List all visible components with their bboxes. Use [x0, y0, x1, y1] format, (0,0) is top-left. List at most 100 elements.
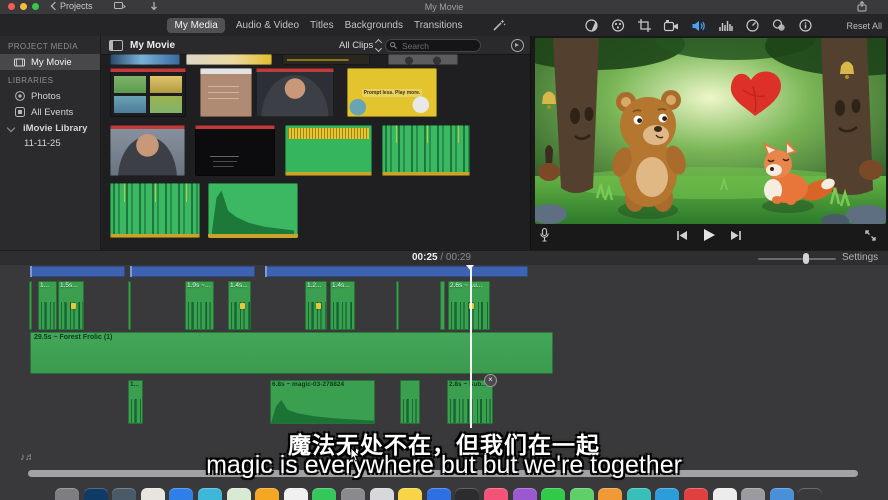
dock-app-icon[interactable]: [713, 488, 737, 500]
thumb-audio-decay[interactable]: [208, 183, 298, 238]
tab-audio-video[interactable]: Audio & Video: [236, 20, 299, 31]
dock-app-icon[interactable]: [370, 488, 394, 500]
play-button[interactable]: [702, 228, 716, 247]
sidebar-item-imovie-library[interactable]: iMovie Library: [0, 120, 100, 136]
dock-app-icon[interactable]: [198, 488, 222, 500]
timeline-clip[interactable]: [400, 380, 420, 424]
timeline-clip[interactable]: 1.5s...: [58, 281, 84, 330]
thumb-audio-spiky[interactable]: [382, 125, 470, 176]
dock-app-icon[interactable]: [398, 488, 422, 500]
timeline-clip[interactable]: [396, 281, 399, 330]
timeline-zoom-thumb[interactable]: [803, 253, 809, 264]
dock-app-icon[interactable]: [484, 488, 508, 500]
dock-app-icon[interactable]: [84, 488, 108, 500]
timeline-clip[interactable]: 6.8s ~ magic-03-278824: [270, 380, 375, 424]
sidebar-item-photos[interactable]: Photos: [0, 88, 100, 104]
dock-app-icon[interactable]: [55, 488, 79, 500]
dock-app-icon[interactable]: [798, 488, 822, 500]
dock-app-icon[interactable]: [541, 488, 565, 500]
dock-app-icon[interactable]: [227, 488, 251, 500]
timeline-clip[interactable]: 1.4s...: [228, 281, 251, 330]
color-balance-icon[interactable]: [585, 19, 598, 32]
dock-app-icon[interactable]: [570, 488, 594, 500]
dock-app-icon[interactable]: [598, 488, 622, 500]
tab-backgrounds[interactable]: Backgrounds: [345, 20, 403, 31]
timeline-clip[interactable]: 1...: [38, 281, 57, 330]
timeline-clip[interactable]: [29, 281, 32, 330]
timeline-title-bar[interactable]: [265, 266, 528, 277]
sidebar-item-all-events[interactable]: All Events: [0, 104, 100, 120]
tab-titles[interactable]: Titles: [310, 20, 334, 31]
back-to-projects-button[interactable]: Projects: [52, 1, 93, 11]
dock-app-icon[interactable]: [312, 488, 336, 500]
speed-icon[interactable]: [746, 19, 759, 32]
thumb-document[interactable]: [200, 68, 252, 117]
search-field[interactable]: [385, 39, 481, 52]
thumb-video-dark[interactable]: [282, 54, 370, 65]
dock-app-icon[interactable]: [684, 488, 708, 500]
color-correction-icon[interactable]: [611, 19, 625, 32]
dock-app-icon[interactable]: [513, 488, 537, 500]
disclosure-chevron-icon[interactable]: [7, 124, 15, 132]
share-icon[interactable]: [857, 1, 867, 14]
tab-transitions[interactable]: Transitions: [414, 20, 463, 31]
sidebar-item-date[interactable]: 11-11-25: [0, 136, 100, 151]
sidebar-item-my-movie[interactable]: My Movie: [0, 54, 100, 70]
timeline-clip[interactable]: [440, 281, 445, 330]
dock-app-icon[interactable]: [627, 488, 651, 500]
dock-app-icon[interactable]: [427, 488, 451, 500]
timeline-main-audio-clip[interactable]: 29.5s ~ Forest Frolic (1): [30, 332, 553, 374]
dock-app-icon[interactable]: [655, 488, 679, 500]
tab-my-media[interactable]: My Media: [167, 18, 224, 33]
thumb-yellow-promo[interactable]: Prompt less. Play more.: [347, 68, 437, 117]
info-icon[interactable]: [799, 19, 812, 32]
enhance-wand-icon[interactable]: [492, 18, 506, 37]
reset-all-button[interactable]: Reset All: [846, 21, 882, 31]
preview-frame[interactable]: [535, 38, 886, 224]
dock-app-icon[interactable]: [284, 488, 308, 500]
timeline-clip[interactable]: 1.2...: [305, 281, 327, 330]
thumb-video-gray[interactable]: [388, 54, 458, 65]
dock-app-icon[interactable]: [255, 488, 279, 500]
dock-app-icon[interactable]: [770, 488, 794, 500]
timeline-clip[interactable]: 2.6s ~ Lu...: [448, 281, 490, 330]
dock-app-icon[interactable]: [455, 488, 479, 500]
timeline-clip[interactable]: [128, 281, 131, 330]
sidebar-toggle-icon[interactable]: [109, 40, 123, 51]
thumb-audio-spiky-2[interactable]: [110, 183, 200, 238]
thumb-presenter-2[interactable]: [110, 125, 185, 176]
fullscreen-icon[interactable]: [865, 228, 876, 246]
timeline-zoom-slider[interactable]: [758, 258, 836, 260]
timeline-clip[interactable]: 1.9s ~...: [185, 281, 214, 330]
thumb-terminal[interactable]: [195, 125, 275, 176]
dock-app-icon[interactable]: [341, 488, 365, 500]
thumb-presenter[interactable]: [256, 68, 334, 117]
thumb-video-blue[interactable]: [110, 54, 180, 65]
import-arrow-icon[interactable]: [150, 2, 158, 14]
close-badge-icon[interactable]: ×: [484, 374, 497, 387]
dock-app-icon[interactable]: [112, 488, 136, 500]
timeline-clip[interactable]: 1.4s...: [330, 281, 355, 330]
thumb-storyboard-grid[interactable]: [110, 68, 186, 117]
volume-icon[interactable]: [692, 20, 706, 32]
media-organizer-icon[interactable]: [114, 2, 125, 13]
timeline-title-bar[interactable]: [30, 266, 125, 277]
search-input[interactable]: [400, 40, 468, 52]
timeline-clip[interactable]: 1...: [128, 380, 143, 424]
timeline-playhead[interactable]: [470, 265, 472, 428]
clip-filter-dropdown[interactable]: All Clips: [339, 40, 381, 51]
thumb-video-cream[interactable]: [186, 54, 272, 65]
stabilization-camera-icon[interactable]: [664, 20, 679, 32]
skip-back-button[interactable]: [676, 228, 688, 246]
noise-reduction-icon[interactable]: [719, 20, 733, 32]
crop-icon[interactable]: [638, 19, 651, 32]
thumb-audio-yellow-top[interactable]: [285, 125, 372, 176]
timeline-settings-button[interactable]: Settings: [842, 252, 878, 263]
effects-icon[interactable]: [772, 19, 786, 32]
skip-forward-button[interactable]: [730, 228, 742, 246]
dock-app-icon[interactable]: [169, 488, 193, 500]
timeline-title-bar[interactable]: [130, 266, 255, 277]
dock-app-icon[interactable]: [141, 488, 165, 500]
dock-app-icon[interactable]: [741, 488, 765, 500]
continuous-playback-icon[interactable]: [511, 39, 524, 52]
